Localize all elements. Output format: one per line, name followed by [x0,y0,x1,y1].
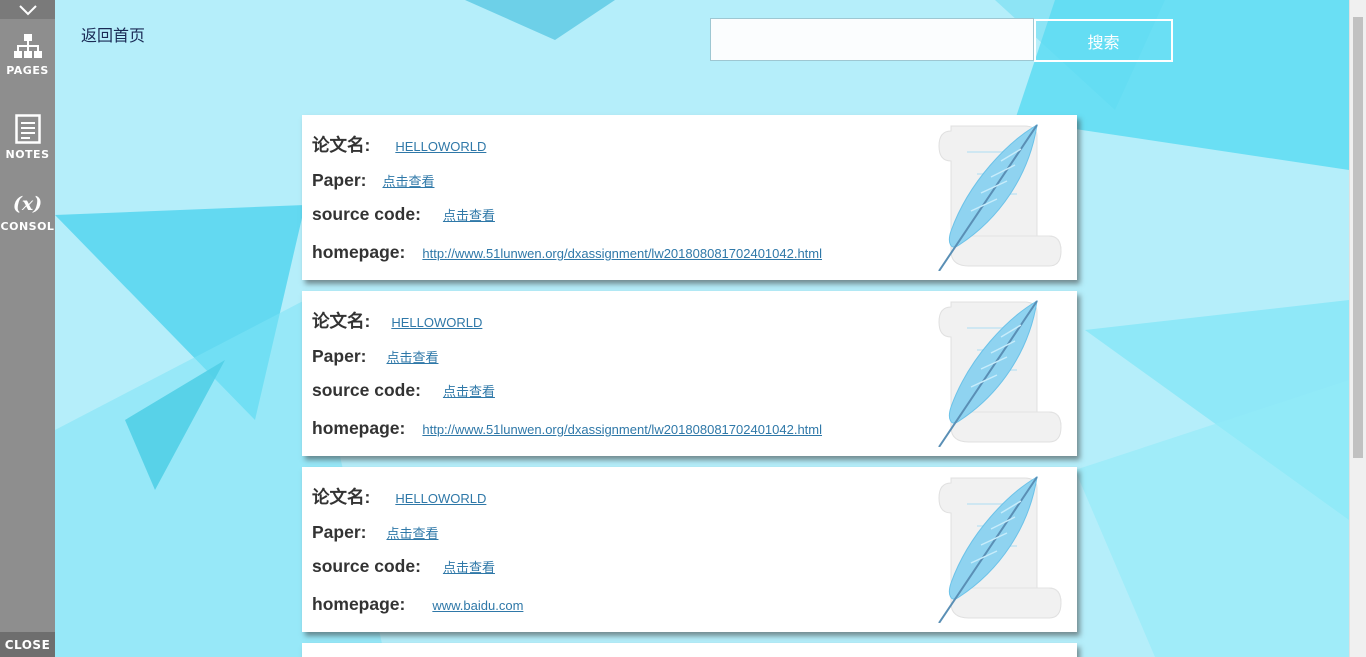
paper-link[interactable]: 点击查看 [382,171,434,190]
homepage-link[interactable]: http://www.51lunwen.org/dxassignment/lw2… [422,246,822,261]
source-code-label: source code: [312,380,421,400]
sidebar-item-consol[interactable]: (x) CONSOL [0,192,55,233]
close-button[interactable]: CLOSE [0,632,55,657]
scrollbar[interactable] [1349,0,1366,657]
paper-link[interactable]: 点击查看 [386,347,438,366]
paper-card: 论文名: HELLOWORLD Paper: 点击查看 source code:… [302,467,1077,632]
source-code-row: source code: 点击查看 [312,380,495,401]
source-code-link[interactable]: 点击查看 [443,381,495,400]
chevron-down-icon [18,4,37,15]
collapse-toggle[interactable] [0,0,55,19]
homepage-label: homepage: [312,242,406,262]
title-label: 论文名: [312,135,371,155]
sidebar-item-label: NOTES [5,148,50,161]
title-row: 论文名: HELLOWORLD [312,132,486,157]
scroll-feather-icon [938,124,1062,271]
homepage-row: homepage: www.baidu.com [312,594,523,615]
title-link[interactable]: HELLOWORLD [395,491,486,506]
search-input[interactable] [710,18,1034,61]
source-code-label: source code: [312,556,421,576]
paper-row: Paper: 点击查看 [312,522,438,543]
title-row: 论文名: HELLOWORLD [312,484,486,509]
title-link[interactable]: HELLOWORLD [391,315,482,330]
source-code-link[interactable]: 点击查看 [443,205,495,224]
title-label: 论文名: [312,487,371,507]
title-link[interactable]: HELLOWORLD [395,139,486,154]
scroll-feather-icon [938,300,1062,447]
source-code-row: source code: 点击查看 [312,204,495,225]
paper-link[interactable]: 点击查看 [386,523,438,542]
homepage-label: homepage: [312,594,406,614]
source-code-link[interactable]: 点击查看 [443,557,495,576]
homepage-label: homepage: [312,418,406,438]
homepage-row: homepage: http://www.51lunwen.org/dxassi… [312,418,822,439]
paper-label: Paper: [312,346,367,366]
paper-label: Paper: [312,170,367,190]
source-code-label: source code: [312,204,421,224]
homepage-link[interactable]: http://www.51lunwen.org/dxassignment/lw2… [422,422,822,437]
paper-row: Paper: 点击查看 [312,170,434,191]
variable-x-icon: (x) [12,193,43,215]
paper-label: Paper: [312,522,367,542]
paper-row: Paper: 点击查看 [312,346,438,367]
title-row: 论文名: HELLOWORLD [312,308,482,333]
title-label: 论文名: [312,311,371,331]
notes-icon [14,114,41,144]
homepage-row: homepage: http://www.51lunwen.org/dxassi… [312,242,822,263]
paper-card-partial [302,643,1077,657]
sidebar-item-label: PAGES [6,64,49,77]
tool-sidebar: PAGES NOTES (x) CONSOL CLOSE [0,0,55,657]
home-link[interactable]: 返回首页 [81,22,145,46]
source-code-row: source code: 点击查看 [312,556,495,577]
sidebar-item-label: CONSOL [0,220,55,233]
sitemap-icon [13,34,42,58]
sidebar-item-pages[interactable]: PAGES [0,34,55,77]
paper-card: 论文名: HELLOWORLD Paper: 点击查看 source code:… [302,291,1077,456]
search-button[interactable]: 搜索 [1034,19,1173,62]
scrollbar-thumb[interactable] [1353,17,1363,458]
sidebar-item-notes[interactable]: NOTES [0,114,55,161]
paper-card: 论文名: HELLOWORLD Paper: 点击查看 source code:… [302,115,1077,280]
homepage-link[interactable]: www.baidu.com [432,598,523,613]
scroll-feather-icon [938,476,1062,623]
